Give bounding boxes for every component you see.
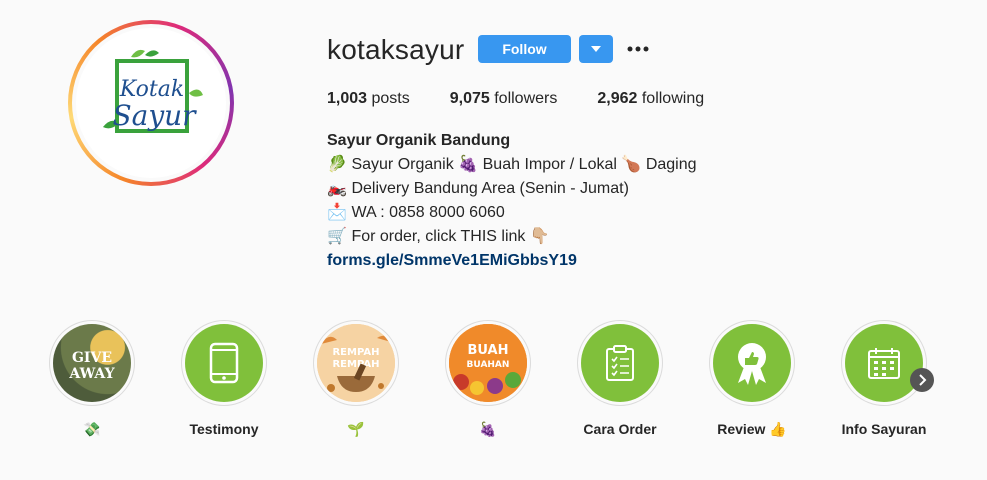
bio-text-daging: Daging <box>645 156 697 173</box>
profile-bio: Sayur Organik Bandung 🥬 Sayur Organik 🍇 … <box>327 129 697 273</box>
leafy-green-icon: 🥬 <box>327 156 347 173</box>
cover-text-buah: BUAH <box>467 343 508 358</box>
rempah-cover-graphic: REMPAH REMPAH <box>317 324 395 402</box>
cover-text-buahan: BUAHAN <box>467 360 510 370</box>
profile-stats: 1,003 posts 9,075 followers 2,962 follow… <box>327 89 744 109</box>
bio-line-delivery: 🏍️ Delivery Bandung Area (Senin - Jumat) <box>327 177 697 201</box>
highlight-cover <box>581 324 659 402</box>
posts-label: posts <box>367 90 410 107</box>
highlight-cover: BUAH BUAHAN <box>449 324 527 402</box>
posts-count: 1,003 <box>327 90 368 107</box>
following-count: 2,962 <box>597 90 638 107</box>
logo-text-sayur: Sayur <box>112 99 197 132</box>
bio-external-link[interactable]: forms.gle/SmmeVe1EMiGbbsY19 <box>327 249 697 273</box>
highlights-next-button[interactable] <box>910 368 934 392</box>
highlight-cover: GIVE AWAY <box>53 324 131 402</box>
smartphone-icon <box>209 342 239 384</box>
highlight-ring <box>577 320 663 406</box>
followers-count: 9,075 <box>449 90 490 107</box>
profile-avatar-ring[interactable]: Kotak Sayur <box>68 20 234 186</box>
calendar-icon <box>868 348 900 379</box>
follow-button[interactable]: Follow <box>478 35 571 63</box>
highlight-label: Review 👍 <box>717 421 787 437</box>
highlight-label: Testimony <box>189 421 259 437</box>
highlight-label: Cara Order <box>583 421 657 437</box>
highlight-testimony[interactable]: Testimony <box>174 320 274 438</box>
highlight-label: 💸 <box>83 421 101 437</box>
highlight-giveaway[interactable]: GIVE AWAY 💸 <box>42 320 142 438</box>
grapes-icon: 🍇 <box>458 156 479 173</box>
followers-stat[interactable]: 9,075 followers <box>450 89 558 109</box>
bio-text-delivery: Delivery Bandung Area (Senin - Jumat) <box>351 180 629 197</box>
meat-icon: 🍗 <box>621 156 642 173</box>
highlight-label: Info Sayuran <box>841 421 927 437</box>
posts-stat: 1,003 posts <box>327 89 410 109</box>
highlight-review[interactable]: Review 👍 <box>702 320 802 438</box>
highlight-label: 🌱 <box>347 421 365 437</box>
highlight-ring <box>709 320 795 406</box>
bio-text-buah: Buah Impor / Lokal <box>482 156 617 173</box>
following-stat[interactable]: 2,962 following <box>597 89 704 109</box>
bio-line-order: 🛒 For order, click THIS link 👇🏼 <box>327 225 697 249</box>
more-options-button[interactable] <box>625 38 651 60</box>
clipboard-checklist-icon <box>606 345 634 381</box>
avatar: Kotak Sayur <box>76 28 226 178</box>
bio-line-products: 🥬 Sayur Organik 🍇 Buah Impor / Lokal 🍗 D… <box>327 153 697 177</box>
buah-cover-graphic: BUAH BUAHAN <box>449 324 527 402</box>
cover-text-give: GIVE <box>72 350 112 366</box>
bio-line-whatsapp: 📩 WA : 0858 8000 6060 <box>327 201 697 225</box>
bio-text-order: For order, click THIS link <box>351 228 526 245</box>
chevron-right-icon <box>919 374 927 386</box>
highlight-ring: REMPAH REMPAH <box>313 320 399 406</box>
cover-text-rempah-1: REMPAH <box>332 347 379 358</box>
highlight-cover <box>185 324 263 402</box>
motorcycle-icon: 🏍️ <box>327 180 347 197</box>
highlight-ring: BUAH BUAHAN <box>445 320 531 406</box>
highlight-cover <box>845 324 923 402</box>
highlight-buah[interactable]: BUAH BUAHAN 🍇 <box>438 320 538 438</box>
highlight-cover <box>713 324 791 402</box>
inbox-icon: 📩 <box>327 204 347 221</box>
avatar-inner: Kotak Sayur <box>72 24 230 182</box>
cover-text-rempah-2: REMPAH <box>332 359 379 370</box>
cover-text-away: AWAY <box>68 366 115 382</box>
highlight-ring <box>841 320 927 406</box>
suggested-dropdown-button[interactable] <box>579 35 613 63</box>
highlight-cover: REMPAH REMPAH <box>317 324 395 402</box>
giveaway-cover-graphic: GIVE AWAY <box>68 350 115 382</box>
following-label: following <box>637 90 705 107</box>
cart-icon: 🛒 <box>327 228 347 245</box>
highlight-ring <box>181 320 267 406</box>
bio-text-organik: Sayur Organik <box>351 156 454 173</box>
award-badge-icon <box>738 343 766 385</box>
bio-text-wa: WA : 0858 8000 6060 <box>351 204 505 221</box>
highlight-label: 🍇 <box>479 421 497 437</box>
chevron-down-icon <box>591 46 601 52</box>
highlight-cara-order[interactable]: Cara Order <box>570 320 670 438</box>
highlight-ring: GIVE AWAY <box>49 320 135 406</box>
followers-label: followers <box>489 90 558 107</box>
profile-full-name: Sayur Organik Bandung <box>327 132 511 149</box>
highlight-rempah[interactable]: REMPAH REMPAH 🌱 <box>306 320 406 438</box>
pointing-down-icon: 👇🏼 <box>529 228 550 245</box>
kotak-sayur-logo: Kotak Sayur <box>103 49 203 133</box>
profile-username: kotaksayur <box>327 34 465 65</box>
more-horizontal-icon <box>627 46 649 52</box>
